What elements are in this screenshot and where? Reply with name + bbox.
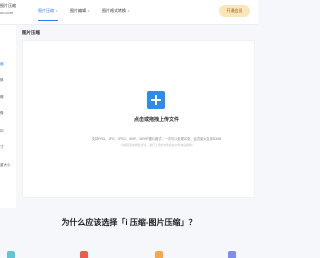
sidebar-item-watermark[interactable]: 印 — [0, 129, 4, 134]
top-header: 图片压缩 oo.com 图片压缩 ▾ 图片编辑 ▾ 图片格式转换 ▾ 开通会员 — [0, 0, 258, 25]
brand-name[interactable]: 图片压缩 — [0, 3, 16, 8]
plus-icon[interactable] — [147, 91, 165, 109]
nav-label: 图片格式转换 — [102, 8, 126, 13]
feature-icon — [80, 251, 88, 258]
upload-privacy-note: （为保障您的隐私安全，我们上传的文件会在30分钟后删除） — [118, 143, 195, 147]
member-button[interactable]: 开通会员 — [219, 5, 250, 17]
nav-image-compress[interactable]: 图片压缩 ▾ — [38, 6, 58, 21]
brand-domain: oo.com — [0, 10, 14, 15]
why-section-title: 为什么应该选择「i 压缩-图片压缩」？ — [61, 218, 197, 227]
sidebar-item-resize[interactable]: 重大小 — [0, 163, 11, 168]
chevron-down-icon: ▾ — [128, 9, 130, 13]
feature-icon — [228, 251, 236, 258]
nav-image-edit[interactable]: 图片编辑 ▾ — [70, 6, 90, 16]
nav-format-convert[interactable]: 图片格式转换 ▾ — [102, 6, 130, 16]
sidebar-item-compress[interactable]: 缩 — [0, 62, 4, 67]
page-title: 图片压缩 — [22, 30, 40, 35]
upload-description: 支持PNG、JPG、JPEG、BMP、WEBP图片格式，一次可以处理20张，会员… — [91, 137, 222, 141]
chevron-down-icon: ▾ — [88, 9, 90, 13]
chevron-down-icon: ▾ — [56, 9, 58, 13]
feature-icon — [155, 251, 163, 258]
nav-label: 图片压缩 — [38, 8, 54, 13]
nav-label: 图片编辑 — [70, 8, 86, 13]
feature-icon — [7, 251, 15, 258]
sidebar-item-pixel[interactable]: 像 — [0, 111, 4, 116]
sidebar-item-edit[interactable]: 辑 — [0, 95, 4, 100]
sidebar-item-size[interactable]: 寸 — [0, 145, 4, 150]
sidebar-item-convert[interactable]: 换 — [0, 78, 4, 83]
upload-title[interactable]: 点击或拖拽上传文件 — [22, 116, 291, 123]
sidebar: 缩 换 辑 像 印 寸 重大小 — [0, 25, 16, 208]
